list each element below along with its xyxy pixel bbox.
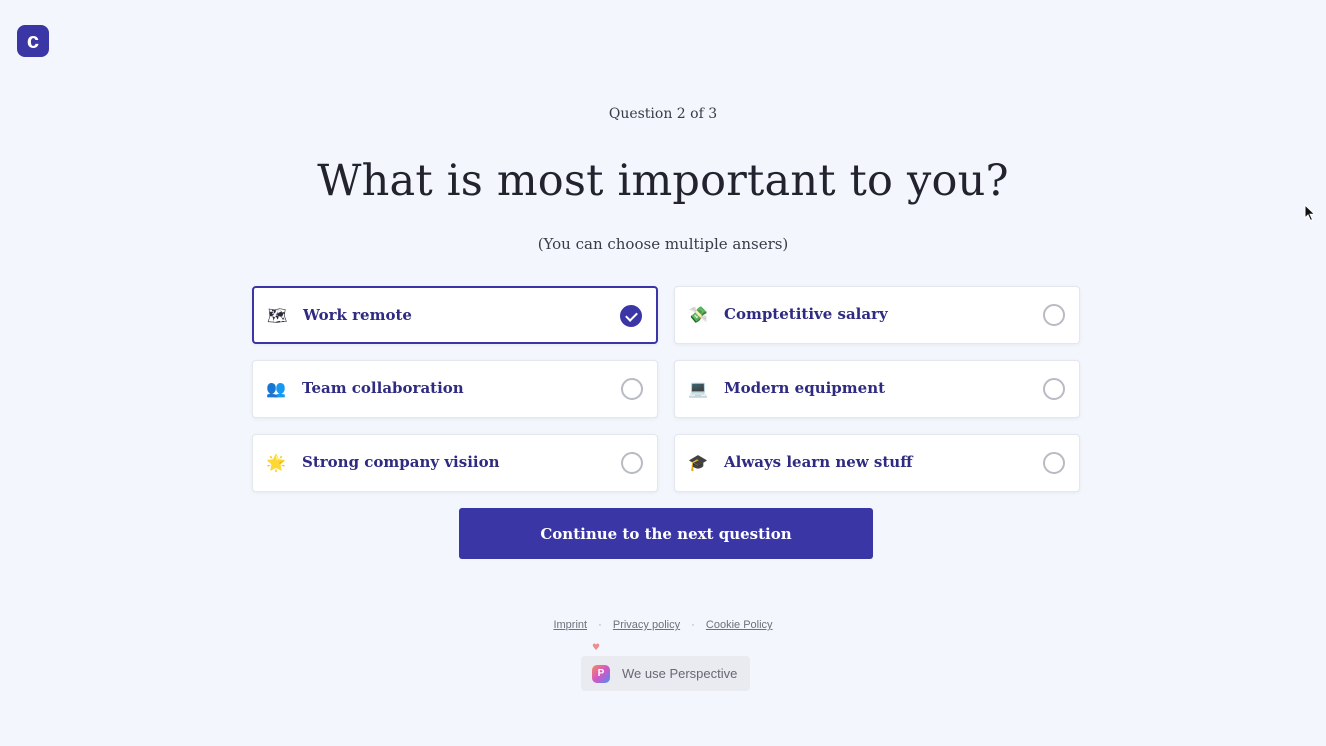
privacy-policy-link[interactable]: Privacy policy [613,619,680,631]
brand-logo[interactable]: c [17,25,49,57]
option-always-learn[interactable]: 🎓 Always learn new stuff [674,434,1080,492]
option-label: Modern equipment [724,379,886,397]
option-label: Comptetitive salary [724,305,888,323]
question-progress: Question 2 of 3 [608,106,718,122]
map-icon: 🗺 [267,306,288,325]
checkbox-empty-icon[interactable] [621,378,643,400]
imprint-link[interactable]: Imprint [553,619,587,631]
people-icon: 👥 [266,379,286,398]
checkbox-empty-icon[interactable] [1043,452,1065,474]
perspective-badge[interactable]: P We use Perspective [581,656,750,691]
mouse-cursor-icon [1304,204,1316,222]
badge-text: We use Perspective [622,666,738,681]
heart-icon: ♥ [592,643,601,653]
option-label: Work remote [303,306,412,324]
checkbox-checked-icon[interactable] [620,305,642,327]
question-title: What is most important to you? [317,156,1009,206]
laptop-icon: 💻 [688,379,708,398]
continue-button[interactable]: Continue to the next question [459,508,873,559]
footer-separator: · [691,619,695,631]
graduation-cap-icon: 🎓 [688,453,708,472]
checkbox-empty-icon[interactable] [1043,378,1065,400]
option-company-vision[interactable]: 🌟 Strong company visiion [252,434,658,492]
option-team-collaboration[interactable]: 👥 Team collaboration [252,360,658,418]
cookie-policy-link[interactable]: Cookie Policy [706,619,773,631]
option-label: Strong company visiion [302,453,500,471]
footer-links: Imprint · Privacy policy · Cookie Policy [0,619,1326,631]
money-wings-icon: 💸 [688,305,708,324]
footer-separator: · [598,619,602,631]
option-competitive-salary[interactable]: 💸 Comptetitive salary [674,286,1080,344]
option-work-remote[interactable]: 🗺 Work remote [252,286,658,344]
option-modern-equipment[interactable]: 💻 Modern equipment [674,360,1080,418]
question-hint: (You can choose multiple ansers) [537,235,789,253]
perspective-logo-icon: P [592,665,610,683]
option-label: Always learn new stuff [724,453,913,471]
checkbox-empty-icon[interactable] [621,452,643,474]
option-label: Team collaboration [302,379,464,397]
sparkle-star-icon: 🌟 [266,453,286,472]
checkbox-empty-icon[interactable] [1043,304,1065,326]
